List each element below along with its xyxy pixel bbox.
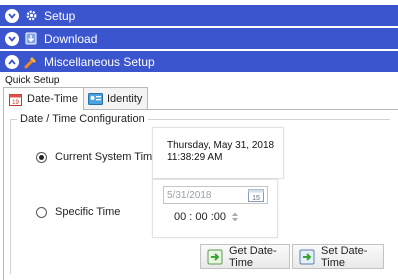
tab-identity[interactable]: Identity [82,87,149,109]
tab-date-time[interactable]: 19 Date-Time [3,87,84,110]
get-date-time-button[interactable]: Get Date-Time [200,244,290,269]
radio-specific-label: Specific Time [55,206,121,218]
radio-current-label: Current System Time [55,151,159,163]
accordion-download[interactable]: Download [0,28,398,50]
chevron-up-icon[interactable] [5,54,19,69]
chevron-down-icon[interactable] [5,31,19,46]
quick-setup-label: Quick Setup [5,75,60,86]
svg-text:19: 19 [12,100,19,106]
time-picker[interactable]: 00 : 00 :00 [174,211,239,223]
spinner-icon[interactable] [231,211,239,223]
set-icon [299,249,315,265]
accordion-download-label: Download [44,31,98,46]
date-value: 5/31/2018 [167,190,212,201]
current-time-card: Thursday, May 31, 2018 11:38:29 AM [152,127,284,179]
calendar-icon: 19 [8,93,23,106]
calendar-day: 15 [252,195,260,202]
chevron-down-icon[interactable] [5,8,19,23]
radio-button[interactable] [36,151,47,163]
radio-selected-dot [39,154,44,160]
radio-specific-time[interactable]: Specific Time [36,206,120,218]
current-date: Thursday, May 31, 2018 [167,140,275,151]
accordion-miscellaneous-setup[interactable]: Miscellaneous Setup [0,51,398,73]
accordion-miscellaneous-label: Miscellaneous Setup [44,54,155,69]
get-date-time-label: Get Date-Time [229,244,277,269]
set-date-time-label: Set Date-Time [321,244,368,269]
tools-icon [24,55,38,69]
accordion-setup[interactable]: Setup [0,5,398,27]
calendar-icon[interactable]: 15 [248,189,264,202]
time-value: 00 : 00 :00 [174,211,226,223]
group-title: Date / Time Configuration [17,113,148,125]
get-icon [207,249,223,265]
date-picker[interactable]: 5/31/2018 15 [163,186,268,204]
download-icon [24,32,38,46]
radio-current-system-time[interactable]: Current System Time [36,151,158,163]
radio-button[interactable] [36,206,47,218]
current-time: 11:38:29 AM [167,152,223,163]
tab-identity-label: Identity [106,92,143,105]
accordion-setup-label: Setup [44,8,76,23]
gear-icon [24,9,38,23]
identity-card-icon [87,92,103,105]
specific-time-card: 5/31/2018 15 00 : 00 :00 [152,179,278,238]
quick-setup-tabs: 19 Date-Time Identity [3,87,149,110]
tab-date-time-label: Date-Time [27,93,78,105]
set-date-time-button[interactable]: Set Date-Time [292,244,384,269]
